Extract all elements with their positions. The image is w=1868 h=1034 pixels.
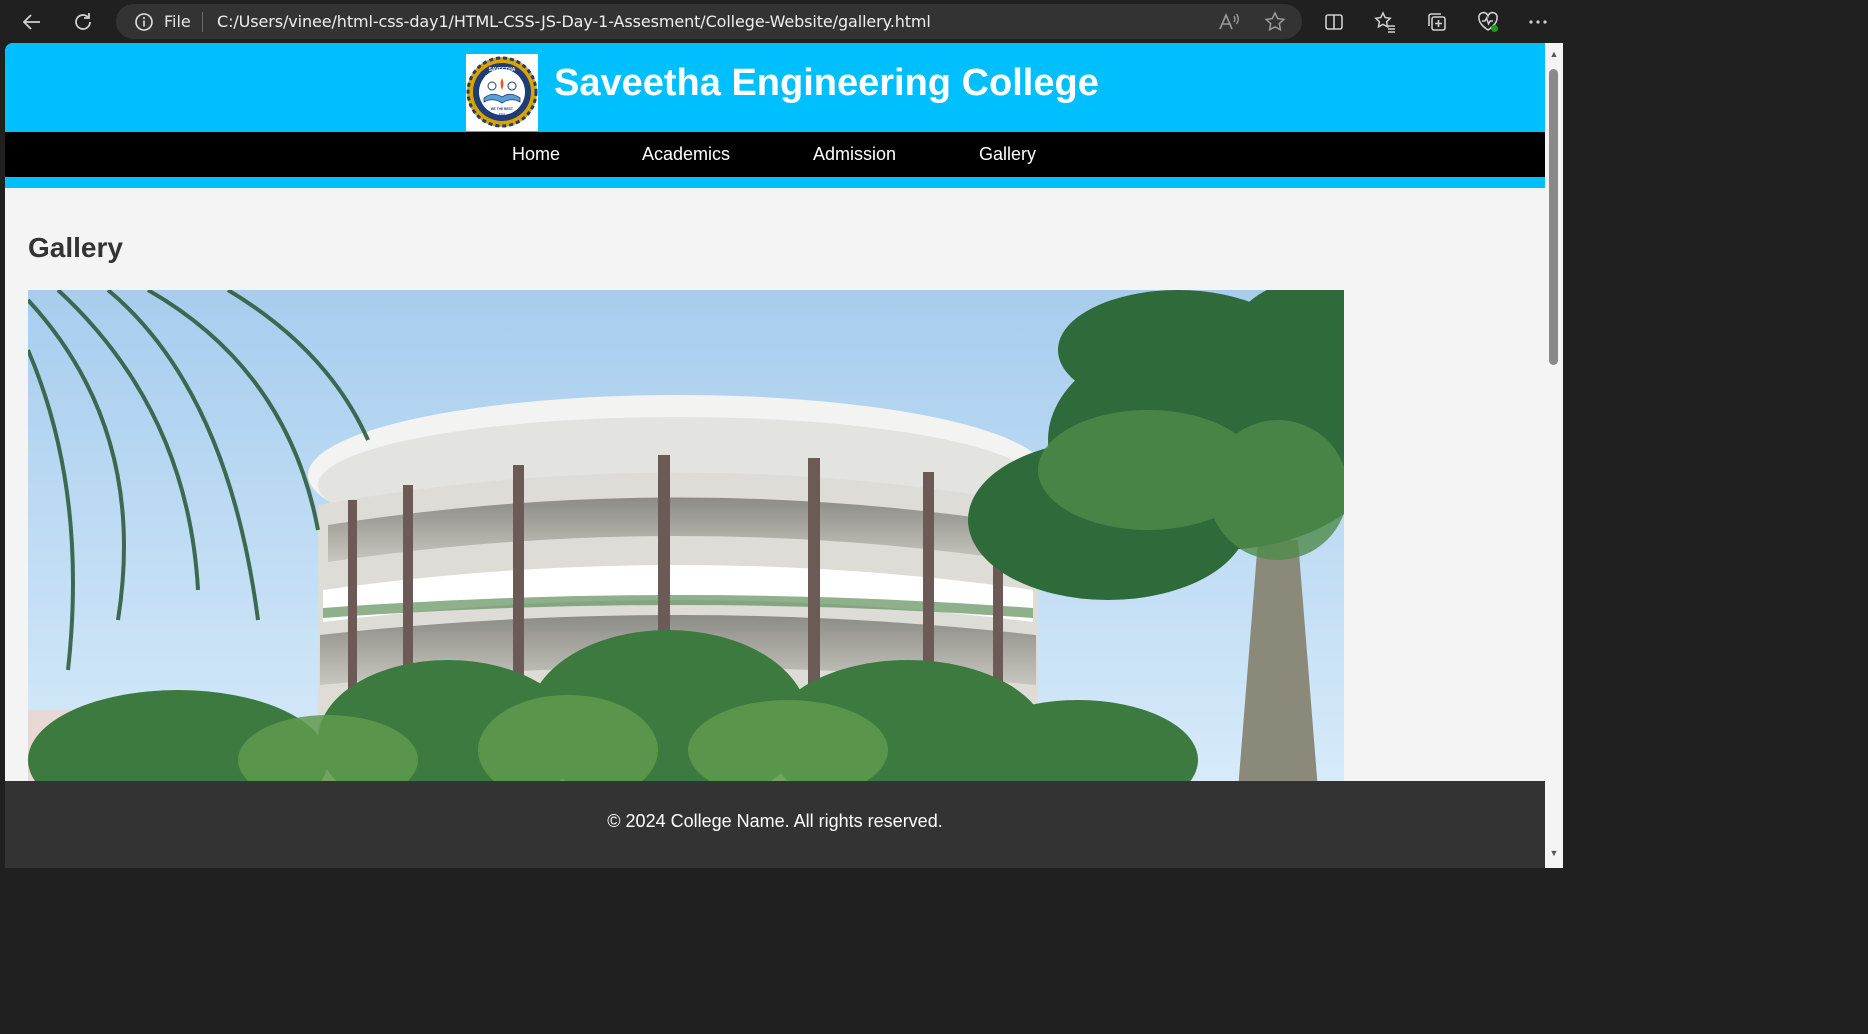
read-aloud-icon[interactable] xyxy=(1217,10,1241,34)
nav-accent-strip xyxy=(5,177,1545,188)
info-icon[interactable] xyxy=(134,12,154,37)
page-heading: Gallery xyxy=(28,232,123,263)
address-separator xyxy=(202,12,203,32)
collections-icon[interactable] xyxy=(1421,6,1453,38)
logo-year-text: 2001 xyxy=(499,112,506,116)
browser-essentials-icon[interactable] xyxy=(1472,6,1504,38)
scroll-up-arrow-icon[interactable]: ▲ xyxy=(1545,47,1563,61)
address-bar[interactable]: File C:/Users/vinee/html-css-day1/HTML-C… xyxy=(116,4,1302,39)
split-screen-icon[interactable] xyxy=(1318,6,1350,38)
back-icon[interactable] xyxy=(16,6,48,38)
logo-top-text: SAVEETHA xyxy=(489,67,516,73)
address-scheme-label: File xyxy=(164,12,191,31)
nav-gallery[interactable]: Gallery xyxy=(979,144,1036,165)
site-header: SAVEETHA ENGINEERING COLLEGE BE THE BEST… xyxy=(5,43,1545,132)
site-footer: © 2024 College Name. All rights reserved… xyxy=(5,781,1545,868)
scroll-down-arrow-icon[interactable]: ▼ xyxy=(1545,846,1563,860)
url-text[interactable]: C:/Users/vinee/html-css-day1/HTML-CSS-JS… xyxy=(217,12,931,31)
page-viewport: SAVEETHA ENGINEERING COLLEGE BE THE BEST… xyxy=(5,43,1545,868)
logo-sub-text: ENGINEERING COLLEGE xyxy=(485,74,519,78)
nav-home[interactable]: Home xyxy=(512,144,560,165)
window-edge xyxy=(1563,43,1568,868)
college-logo: SAVEETHA ENGINEERING COLLEGE BE THE BEST… xyxy=(466,54,538,131)
more-icon[interactable] xyxy=(1522,6,1554,38)
favorites-icon[interactable] xyxy=(1369,6,1401,38)
scrollbar-thumb[interactable] xyxy=(1549,69,1558,365)
nav-academics[interactable]: Academics xyxy=(642,144,730,165)
nav-admission[interactable]: Admission xyxy=(813,144,896,165)
browser-toolbar: File C:/Users/vinee/html-css-day1/HTML-C… xyxy=(0,0,1568,43)
gallery-image xyxy=(28,290,1344,790)
main-nav: Home Academics Admission Gallery xyxy=(5,132,1545,177)
logo-motto-text: BE THE BEST xyxy=(491,107,513,111)
refresh-icon[interactable] xyxy=(67,6,99,38)
footer-copyright: © 2024 College Name. All rights reserved… xyxy=(607,811,943,831)
favorite-star-icon[interactable] xyxy=(1263,10,1287,34)
site-title: Saveetha Engineering College xyxy=(554,62,1099,104)
vertical-scrollbar[interactable]: ▲ ▼ xyxy=(1545,43,1563,868)
